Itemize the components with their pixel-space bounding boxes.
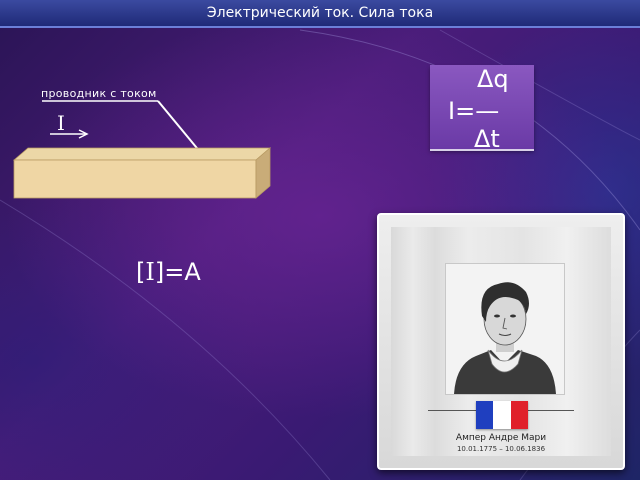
flag-stripe-red [510, 401, 528, 429]
formula-denominator: Δt [474, 125, 500, 153]
label-pointer-diagonal [157, 100, 202, 154]
flag-stripe-white [493, 401, 511, 429]
portrait-eye-left [494, 314, 500, 318]
unit-close: ]=А [154, 258, 201, 286]
conductor-block-front [13, 159, 257, 199]
current-symbol: I [57, 111, 65, 135]
portrait-engraving [454, 282, 556, 394]
formula-numerator: Δq [477, 65, 509, 93]
flag-stripe-blue [476, 401, 494, 429]
formula-lhs: I=— [448, 97, 500, 125]
formula-box: Δq I=— Δt [430, 65, 534, 153]
portrait-photo [445, 263, 565, 395]
portrait-name: Ампер Андре Мари [455, 433, 547, 443]
portrait-dates: 10.01.1775 – 10.06.1836 [456, 445, 546, 453]
france-flag [476, 401, 528, 429]
unit-symbol: I [145, 258, 155, 286]
unit-open-bracket: [ [136, 258, 146, 286]
unit-of-current: [I]=А [136, 258, 201, 286]
conductor-block-top [12, 147, 272, 161]
portrait-eye-right [510, 314, 516, 318]
portrait-frame: Ампер Андре Мари 10.01.1775 – 10.06.1836 [377, 213, 625, 470]
portrait-card: Ампер Андре Мари 10.01.1775 – 10.06.1836 [391, 227, 611, 456]
